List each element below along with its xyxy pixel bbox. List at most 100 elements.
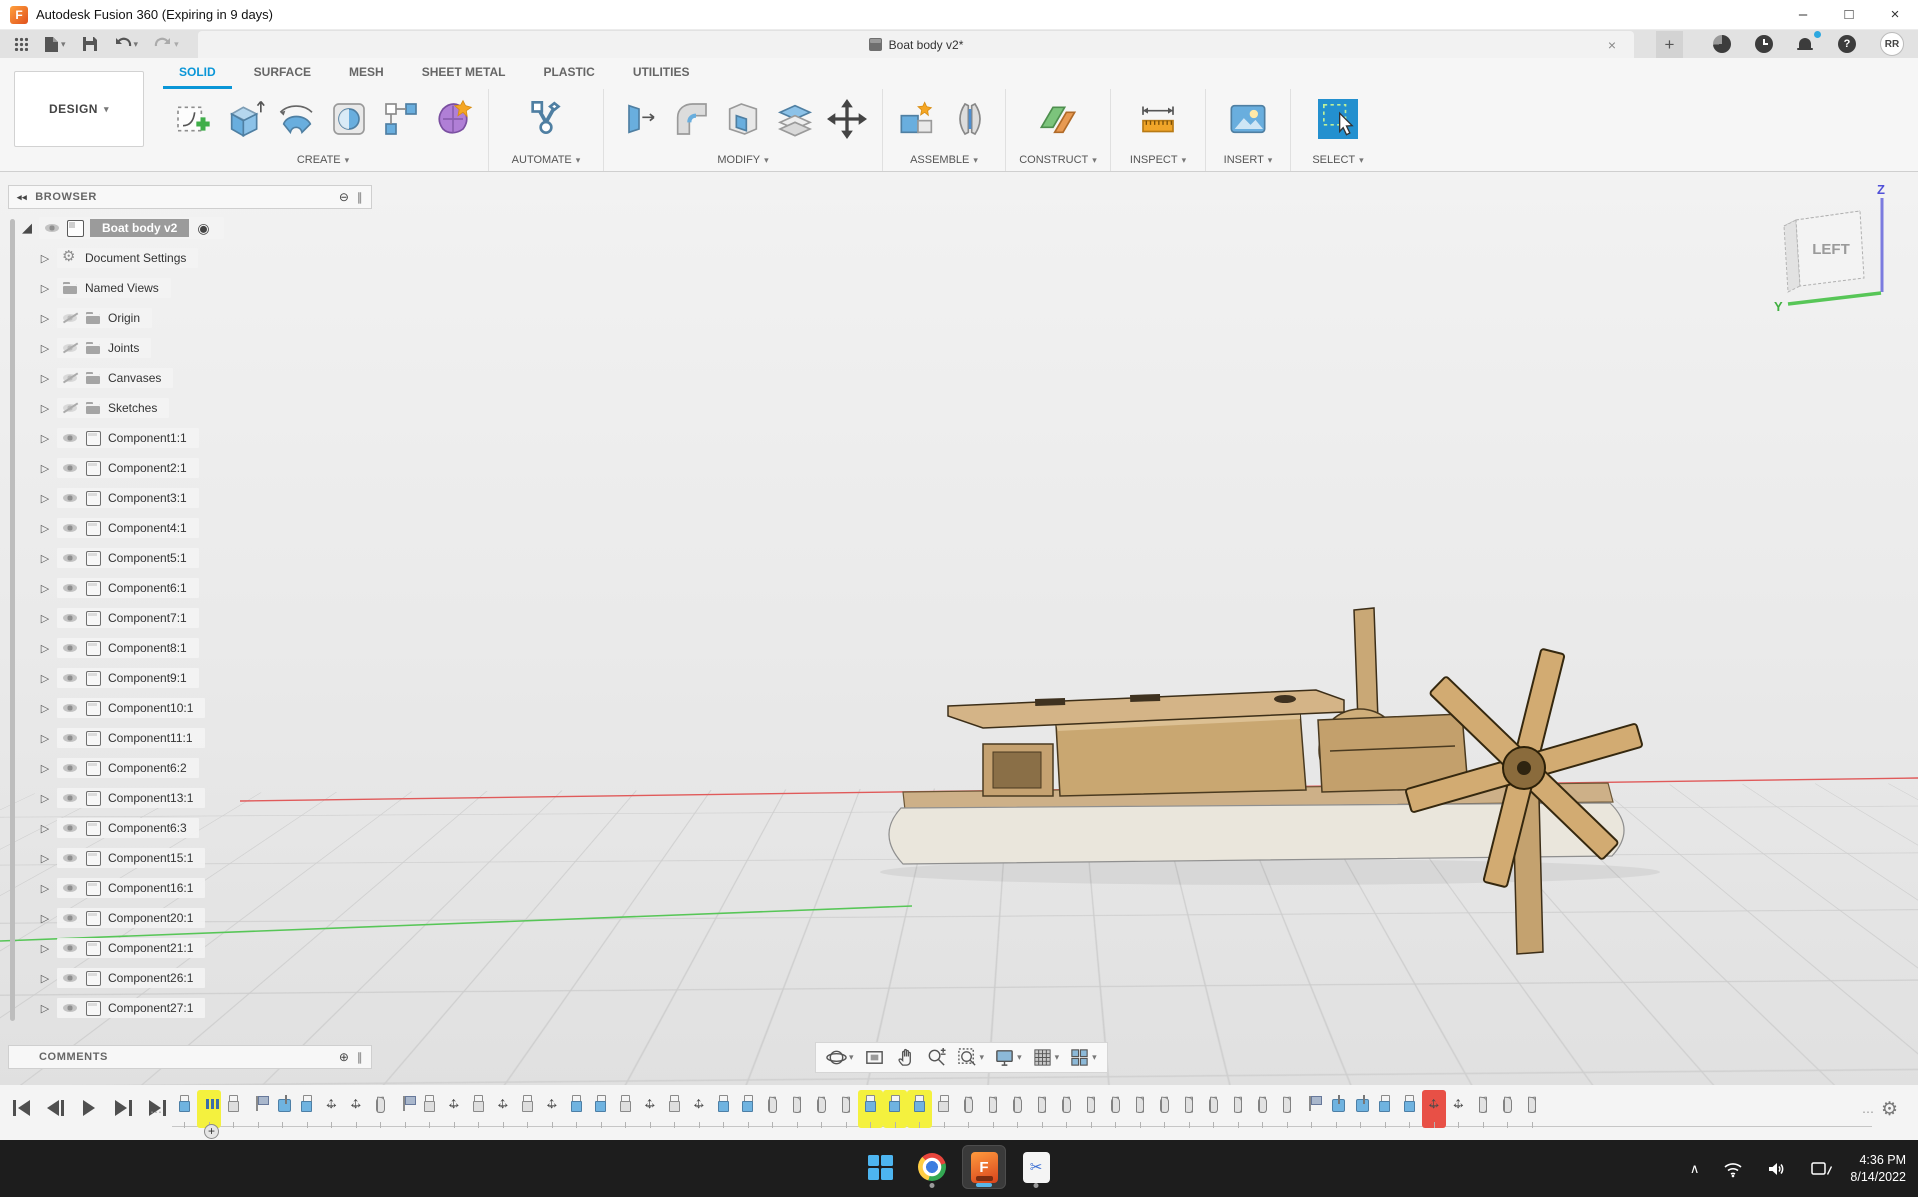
new-document-tab-button[interactable]: + [1656, 31, 1683, 58]
browser-row[interactable]: ▷ Component6:2 [8, 753, 372, 783]
group-label-construct[interactable]: CONSTRUCT▾ [1018, 149, 1098, 171]
timeline-feature[interactable] [981, 1090, 1006, 1128]
browser-row[interactable]: ▷ Component2:1 [8, 453, 372, 483]
timeline-feature[interactable] [540, 1090, 565, 1128]
visibility-toggle[interactable] [62, 910, 79, 926]
undo-button[interactable]: ▾ [108, 32, 145, 56]
timeline-feature[interactable] [1226, 1090, 1251, 1128]
node-label[interactable]: Joints [108, 341, 139, 355]
create-sketch-button[interactable] [170, 96, 216, 142]
zoom-window-button[interactable]: ▾ [952, 1045, 990, 1071]
node-label[interactable]: Component26:1 [108, 971, 193, 985]
browser-row[interactable]: ▷ Component4:1 [8, 513, 372, 543]
group-label-inspect[interactable]: INSPECT▾ [1123, 149, 1193, 171]
document-tab-close-icon[interactable]: × [1602, 37, 1622, 53]
timeline-feature[interactable] [834, 1090, 859, 1128]
timeline-feature[interactable] [1201, 1090, 1226, 1128]
add-comment-icon[interactable]: ⊕ [339, 1050, 349, 1064]
group-label-create[interactable]: CREATE▾ [170, 149, 476, 171]
press-pull-button[interactable] [616, 96, 662, 142]
timeline-feature[interactable] [491, 1090, 516, 1128]
node-label[interactable]: Component2:1 [108, 461, 187, 475]
expand-icon[interactable]: ▷ [38, 372, 52, 385]
node-label[interactable]: Component27:1 [108, 1001, 193, 1015]
fillet-button[interactable] [668, 96, 714, 142]
ribbon-tab[interactable]: SOLID [163, 58, 232, 89]
timeline-feature[interactable] [466, 1090, 491, 1128]
timeline-feature[interactable] [1250, 1090, 1275, 1128]
timeline-feature[interactable] [1471, 1090, 1496, 1128]
panel-drag-handle[interactable]: ∥ [357, 191, 363, 204]
ribbon-tab[interactable]: PLASTIC [527, 58, 610, 89]
timeline-feature[interactable] [1054, 1090, 1079, 1128]
visibility-toggle[interactable] [62, 820, 79, 836]
timeline-feature[interactable] [1520, 1090, 1545, 1128]
node-label[interactable]: Component5:1 [108, 551, 187, 565]
timeline-feature[interactable] [1324, 1090, 1349, 1128]
step-forward-button[interactable] [110, 1097, 136, 1119]
group-label-automate[interactable]: AUTOMATE▾ [501, 149, 591, 171]
group-label-select[interactable]: SELECT▾ [1303, 149, 1373, 171]
save-button[interactable] [76, 32, 104, 56]
measure-button[interactable] [1135, 96, 1181, 142]
visibility-toggle[interactable] [62, 760, 79, 776]
visibility-toggle[interactable] [62, 790, 79, 806]
timeline-feature[interactable] [1177, 1090, 1202, 1128]
timeline-feature[interactable] [1079, 1090, 1104, 1128]
timeline-feature[interactable] [1348, 1090, 1373, 1128]
browser-row[interactable]: ▷ Joints [8, 333, 372, 363]
expand-icon[interactable]: ▷ [38, 582, 52, 595]
node-label[interactable]: Component20:1 [108, 911, 193, 925]
visibility-toggle[interactable] [62, 940, 79, 956]
orbit-button[interactable]: ▾ [821, 1045, 859, 1071]
viewports-button[interactable]: ▾ [1064, 1045, 1102, 1071]
timeline-feature[interactable] [1103, 1090, 1128, 1128]
revolve-button[interactable] [326, 96, 372, 142]
node-label[interactable]: Component6:2 [108, 761, 187, 775]
expand-icon[interactable]: ▷ [38, 522, 52, 535]
timeline-feature[interactable] [883, 1090, 908, 1128]
expand-open-icon[interactable]: ◢ [20, 220, 34, 236]
visibility-toggle[interactable] [62, 520, 79, 536]
insert-canvas-button[interactable] [1225, 96, 1271, 142]
joint-button[interactable] [947, 96, 993, 142]
visibility-toggle[interactable] [62, 310, 79, 326]
visibility-toggle[interactable] [44, 220, 61, 236]
timeline-feature[interactable] [564, 1090, 589, 1128]
create-form-button[interactable] [430, 96, 476, 142]
node-label[interactable]: Component4:1 [108, 521, 187, 535]
timeline-feature[interactable] [344, 1090, 369, 1128]
node-label[interactable]: Component16:1 [108, 881, 193, 895]
timeline-feature[interactable] [368, 1090, 393, 1128]
timeline-feature[interactable] [589, 1090, 614, 1128]
wifi-icon[interactable] [1717, 1159, 1749, 1179]
browser-row[interactable]: ▷ Component26:1 [8, 963, 372, 993]
browser-row[interactable]: ▷ Component27:1 [8, 993, 372, 1023]
volume-icon[interactable] [1761, 1159, 1792, 1179]
visibility-toggle[interactable] [62, 970, 79, 986]
visibility-toggle[interactable] [62, 460, 79, 476]
node-label[interactable]: Component15:1 [108, 851, 193, 865]
timeline-feature[interactable] [393, 1090, 418, 1128]
chrome-taskbar-button[interactable] [910, 1145, 954, 1189]
expand-icon[interactable]: ▷ [38, 552, 52, 565]
visibility-toggle[interactable] [62, 370, 79, 386]
expand-icon[interactable]: ▷ [38, 462, 52, 475]
browser-row[interactable]: ▷ Component20:1 [8, 903, 372, 933]
visibility-toggle[interactable] [62, 430, 79, 446]
group-label-insert[interactable]: INSERT▾ [1218, 149, 1278, 171]
expand-icon[interactable]: ▷ [38, 672, 52, 685]
timeline-feature[interactable] [221, 1090, 246, 1128]
visibility-toggle[interactable] [62, 670, 79, 686]
visibility-toggle[interactable] [62, 700, 79, 716]
play-button[interactable] [76, 1097, 102, 1119]
new-component-button[interactable] [895, 96, 941, 142]
expand-icon[interactable]: ▷ [38, 972, 52, 985]
browser-header[interactable]: ◂◂ BROWSER ⊖ ∥ [8, 185, 372, 209]
timeline-feature[interactable] [319, 1090, 344, 1128]
timeline-feature[interactable] [270, 1090, 295, 1128]
start-button[interactable] [858, 1145, 902, 1189]
expand-icon[interactable]: ▷ [38, 342, 52, 355]
taskbar-clock[interactable]: 4:36 PM 8/14/2022 [1850, 1152, 1906, 1186]
browser-row[interactable]: ▷ Component5:1 [8, 543, 372, 573]
